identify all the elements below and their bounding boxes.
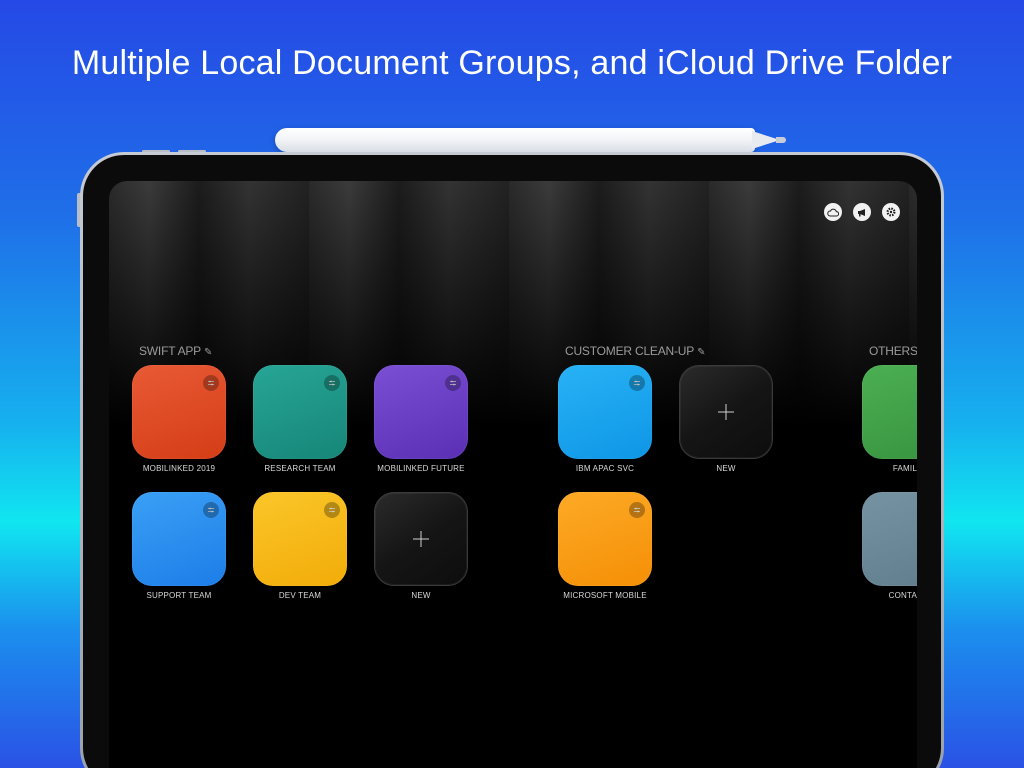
tile-label: MOBILINKED 2019 — [142, 464, 216, 473]
tile-label: NEW — [411, 591, 431, 600]
group-title-label: OTHERS — [869, 344, 917, 358]
tile-label: MICROSOFT MOBILE — [563, 591, 647, 600]
settings-badge-icon[interactable] — [445, 375, 461, 391]
edit-pencil-icon[interactable]: ✎ — [204, 347, 212, 358]
group-tile-mobilinked-2019[interactable] — [132, 365, 226, 459]
tile-label: MOBILINKED FUTURE — [377, 464, 465, 473]
group-title-customer-clean-up[interactable]: CUSTOMER CLEAN-UP ✎ — [565, 344, 705, 358]
group-tile-family[interactable] — [862, 365, 917, 459]
tile-label: SUPPORT TEAM — [146, 591, 212, 600]
group-title-others[interactable]: OTHERS — [869, 344, 917, 358]
settings-badge-icon[interactable] — [203, 375, 219, 391]
settings-badge-icon[interactable] — [629, 375, 645, 391]
plus-icon — [680, 366, 772, 458]
headline: Multiple Local Document Groups, and iClo… — [71, 44, 953, 82]
group-tile-microsoft-mobile[interactable] — [558, 492, 652, 586]
settings-badge-icon[interactable] — [324, 502, 340, 518]
new-group-button[interactable] — [374, 492, 468, 586]
group-tile-research-team[interactable] — [253, 365, 347, 459]
app-screen: SWIFT APP ✎ MOBILINKED 2019 RESEARCH TEAM… — [109, 181, 917, 768]
cloud-icon[interactable] — [824, 203, 842, 221]
new-group-button[interactable] — [679, 365, 773, 459]
group-tile-contacts[interactable] — [862, 492, 917, 586]
group-tile-dev-team[interactable] — [253, 492, 347, 586]
settings-badge-icon[interactable] — [629, 502, 645, 518]
apple-pencil-nib — [776, 137, 786, 143]
apple-pencil — [275, 128, 755, 152]
gear-icon[interactable] — [882, 203, 900, 221]
settings-badge-icon[interactable] — [324, 375, 340, 391]
tile-label: IBM APAC SVC — [575, 464, 635, 473]
edit-pencil-icon[interactable]: ✎ — [697, 347, 705, 358]
megaphone-icon[interactable] — [853, 203, 871, 221]
group-tile-support-team[interactable] — [132, 492, 226, 586]
ipad-bezel: SWIFT APP ✎ MOBILINKED 2019 RESEARCH TEAM… — [83, 155, 941, 768]
ipad-device: SWIFT APP ✎ MOBILINKED 2019 RESEARCH TEAM… — [80, 152, 944, 768]
tile-label: FAMIL — [892, 464, 917, 473]
tile-label: DEV TEAM — [278, 591, 322, 600]
group-tile-mobilinked-future[interactable] — [374, 365, 468, 459]
group-title-swift-app[interactable]: SWIFT APP ✎ — [139, 344, 212, 358]
tile-label: CONTA — [888, 591, 917, 600]
plus-icon — [375, 493, 467, 585]
group-title-label: CUSTOMER CLEAN-UP — [565, 344, 695, 358]
group-tile-ibm-apac-svc[interactable] — [558, 365, 652, 459]
settings-badge-icon[interactable] — [203, 502, 219, 518]
top-toolbar — [824, 203, 900, 221]
tile-label: RESEARCH TEAM — [264, 464, 336, 473]
tile-label: NEW — [716, 464, 736, 473]
group-title-label: SWIFT APP — [139, 344, 201, 358]
